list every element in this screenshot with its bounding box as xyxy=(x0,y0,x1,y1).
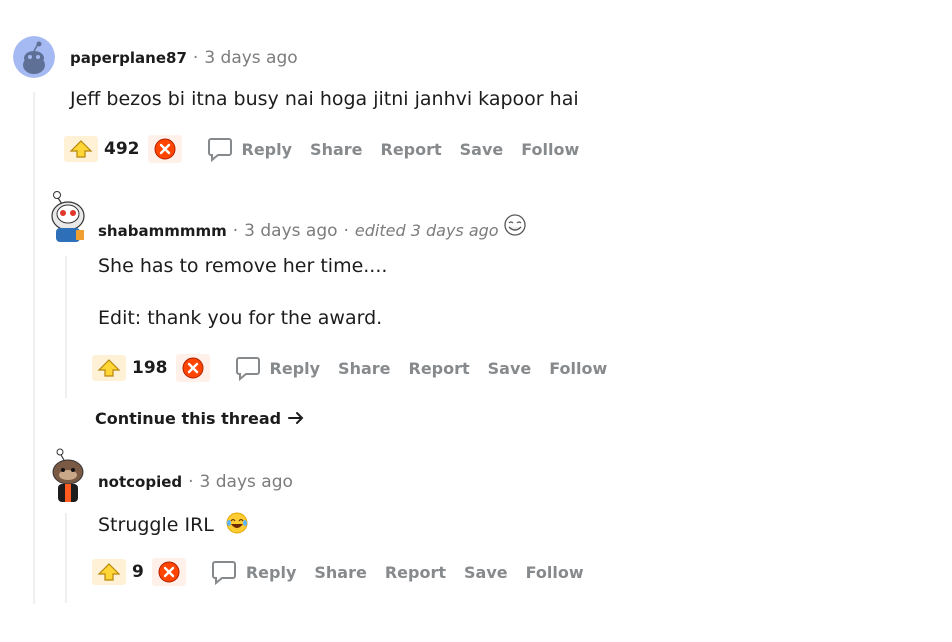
reply-button[interactable]: Reply xyxy=(206,135,293,163)
continue-thread-label: Continue this thread xyxy=(95,409,282,428)
report-button[interactable]: Report xyxy=(381,140,442,159)
username[interactable]: notcopied xyxy=(98,473,182,491)
thread-line-root[interactable] xyxy=(33,92,35,604)
award-upvote-icon[interactable] xyxy=(92,559,126,585)
report-button[interactable]: Report xyxy=(385,563,446,582)
avatar[interactable] xyxy=(45,190,91,244)
comment-meta: notcopied · 3 days ago xyxy=(98,472,293,492)
comment-meta: shabammmmm · 3 days ago · edited 3 days … xyxy=(98,214,527,241)
laughing-tears-emoji xyxy=(226,512,248,539)
save-button[interactable]: Save xyxy=(488,359,532,378)
timestamp[interactable]: 3 days ago xyxy=(200,472,293,492)
thread-line-child-2[interactable] xyxy=(65,513,67,603)
awesome-face-award-icon[interactable] xyxy=(503,214,527,241)
vote-score: 492 xyxy=(104,139,140,159)
edited-label: edited 3 days ago xyxy=(354,221,499,240)
comment-body-text: Struggle IRL xyxy=(98,514,214,536)
meta-separator: · xyxy=(192,48,199,68)
comment-actions: 492 Reply Share Report Save Follow xyxy=(64,133,597,165)
timestamp[interactable]: 3 days ago xyxy=(244,221,337,241)
vote-score: 198 xyxy=(132,358,168,378)
share-button[interactable]: Share xyxy=(314,563,366,582)
snoo-avatar-icon xyxy=(13,36,55,78)
speech-bubble-icon xyxy=(211,561,236,586)
reply-label: Reply xyxy=(269,358,321,378)
comment-body: Struggle IRL xyxy=(98,512,248,539)
vote-score: 9 xyxy=(132,562,144,582)
snoo-avatar-icon xyxy=(51,191,85,242)
reply-label: Reply xyxy=(245,562,297,582)
comment-actions: 198 Reply Share Report Save Follow xyxy=(92,352,625,384)
comment-body-line: She has to remove her time.... xyxy=(98,255,388,277)
follow-button[interactable]: Follow xyxy=(526,563,584,582)
avatar[interactable] xyxy=(45,448,91,504)
snoo-avatar-icon xyxy=(52,448,84,502)
report-button[interactable]: Report xyxy=(409,359,470,378)
award-upvote-icon[interactable] xyxy=(64,136,98,162)
comment-body: Jeff bezos bi itna busy nai hoga jitni j… xyxy=(70,88,579,110)
timestamp[interactable]: 3 days ago xyxy=(204,48,297,68)
speech-bubble-icon xyxy=(207,138,232,163)
comment-body-line: Edit: thank you for the award. xyxy=(98,307,383,329)
arrow-right-icon xyxy=(287,410,305,430)
meta-separator: · xyxy=(188,472,194,492)
award-downvote-icon[interactable] xyxy=(151,558,186,586)
share-button[interactable]: Share xyxy=(338,359,390,378)
award-downvote-icon[interactable] xyxy=(147,135,182,163)
share-button[interactable]: Share xyxy=(310,140,362,159)
save-button[interactable]: Save xyxy=(460,140,504,159)
meta-separator: · xyxy=(232,221,239,241)
award-upvote-icon[interactable] xyxy=(92,355,126,381)
continue-thread-link[interactable]: Continue this thread xyxy=(95,409,305,430)
reply-button[interactable]: Reply xyxy=(234,354,321,382)
thread-line-child-1[interactable] xyxy=(65,256,67,398)
speech-bubble-icon xyxy=(235,357,260,382)
username[interactable]: shabammmmm xyxy=(98,222,227,240)
username[interactable]: paperplane87 xyxy=(70,49,187,67)
meta-separator: · xyxy=(343,221,349,241)
follow-button[interactable]: Follow xyxy=(521,140,579,159)
comment-actions: 9 Reply Share Report Save Follow xyxy=(92,556,602,588)
reply-label: Reply xyxy=(241,139,293,159)
award-downvote-icon[interactable] xyxy=(175,354,210,382)
avatar[interactable] xyxy=(13,36,55,78)
comment-meta: paperplane87 · 3 days ago xyxy=(70,48,298,68)
reply-button[interactable]: Reply xyxy=(210,558,297,586)
follow-button[interactable]: Follow xyxy=(549,359,607,378)
save-button[interactable]: Save xyxy=(464,563,508,582)
